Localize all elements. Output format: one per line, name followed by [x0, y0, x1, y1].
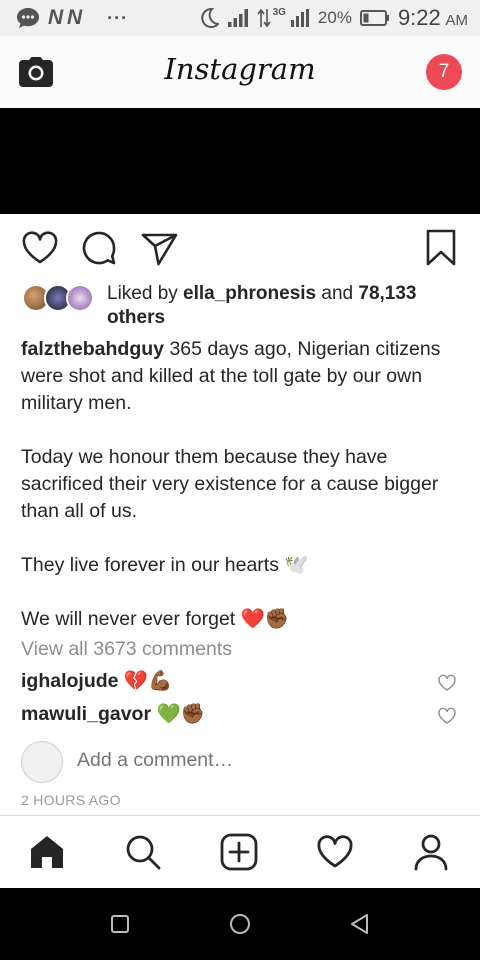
system-navigation-bar: [0, 888, 480, 960]
comment-item: ighalojude 💔💪🏾: [21, 669, 461, 699]
signal-3g-label: 3G: [272, 6, 286, 18]
post-actions: [0, 214, 480, 284]
comment-like-heart-icon[interactable]: [437, 673, 457, 693]
add-comment-input[interactable]: [77, 749, 457, 772]
battery-percent: 20%: [317, 8, 352, 27]
nav-search[interactable]: [123, 832, 163, 872]
liked-by-user[interactable]: ella_phronesis: [183, 283, 316, 304]
comment-username[interactable]: ighalojude: [21, 670, 119, 692]
avatar: [21, 741, 63, 783]
share-button[interactable]: [139, 228, 179, 268]
comment-button[interactable]: [79, 228, 119, 268]
square-icon: [111, 915, 129, 933]
comment-text: 💔💪🏾: [123, 670, 173, 692]
data-transfer-icon: [256, 8, 271, 28]
caption-line-2: Today we honour them because they have s…: [21, 446, 439, 522]
clock-time: 9:22: [397, 5, 441, 30]
avatar: [66, 284, 94, 312]
app-header: Instagram 7: [0, 36, 480, 108]
comment-text: 💚✊🏾: [156, 703, 206, 725]
camera-button[interactable]: [18, 56, 54, 88]
home-icon: [31, 836, 63, 868]
status-bar: N N ··· 3G 20% 9:22 AM: [0, 0, 480, 36]
chat-icon: [17, 8, 39, 28]
view-all-comments-link[interactable]: View all 3673 comments: [21, 638, 232, 661]
caption-username[interactable]: falzthebahdguy: [21, 338, 164, 360]
moon-icon: [200, 7, 219, 28]
camera-icon: [19, 57, 53, 87]
liked-by-and: and: [316, 283, 359, 304]
send-icon: [141, 233, 178, 266]
bookmark-icon: [426, 229, 456, 266]
nav-profile[interactable]: [411, 832, 451, 872]
likes-text: Liked by ella_phronesis and 78,133 other…: [107, 282, 467, 330]
app-logo: Instagram: [164, 52, 316, 86]
comment-icon: [82, 231, 116, 265]
post-timestamp: 2 HOURS AGO: [21, 792, 121, 808]
back-button[interactable]: [348, 912, 372, 936]
clock-ampm: AM: [445, 12, 469, 29]
notification-badge[interactable]: 7: [426, 54, 462, 90]
user-icon: [414, 834, 448, 871]
post-media[interactable]: [0, 108, 480, 214]
recent-apps-button[interactable]: [108, 912, 132, 936]
like-button[interactable]: [20, 228, 60, 268]
likes-summary[interactable]: Liked by ella_phronesis and 78,133 other…: [22, 282, 472, 332]
add-comment-row: [21, 741, 461, 783]
liker-avatars: [22, 284, 102, 314]
network-indicator: N N: [48, 6, 82, 29]
plus-square-icon: [220, 833, 258, 871]
comment-like-heart-icon[interactable]: [437, 706, 457, 726]
more-notifications-indicator: ···: [107, 7, 129, 28]
caption-line-3: They live forever in our hearts 🕊️: [21, 554, 309, 576]
nav-home[interactable]: [27, 832, 67, 872]
heart-icon: [22, 231, 58, 264]
nav-activity[interactable]: [315, 832, 355, 872]
signal-icon-secondary: [290, 9, 309, 27]
signal-icon: [227, 9, 248, 27]
clock: 9:22 AM: [398, 5, 468, 31]
save-button[interactable]: [421, 228, 461, 268]
circle-icon: [230, 914, 250, 934]
back-triangle-icon: [351, 914, 368, 934]
caption-line-4: We will never ever forget ❤️✊🏾: [21, 608, 290, 630]
comment-item: mawuli_gavor 💚✊🏾: [21, 702, 461, 732]
search-icon: [126, 835, 161, 870]
bottom-navigation: [0, 815, 480, 888]
liked-by-prefix: Liked by: [107, 283, 184, 304]
home-button[interactable]: [228, 912, 252, 936]
battery-icon: [359, 10, 389, 26]
nav-new-post[interactable]: [219, 832, 259, 872]
comment-username[interactable]: mawuli_gavor: [21, 703, 151, 725]
heart-icon: [317, 835, 353, 868]
post-caption: falzthebahdguy 365 days ago, Nigerian ci…: [21, 336, 466, 633]
